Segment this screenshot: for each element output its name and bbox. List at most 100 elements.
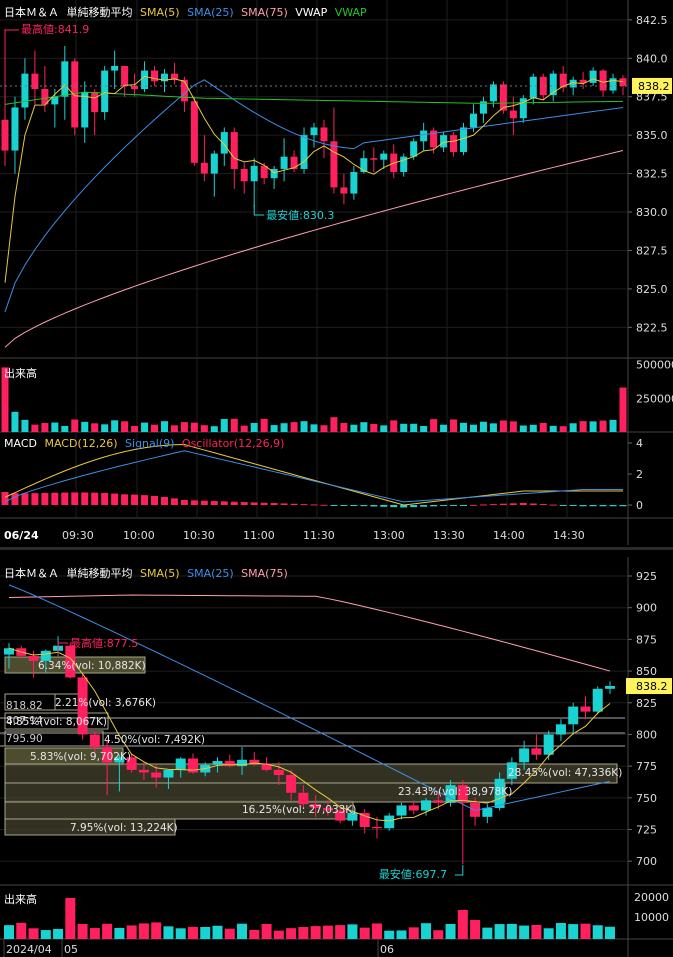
- volume-bar: [396, 930, 407, 939]
- oscillator-bar: [529, 503, 537, 505]
- price-axis-label: 750: [636, 792, 657, 805]
- volume-bar: [230, 418, 238, 432]
- volume-bar: [482, 927, 493, 939]
- candle-body: [489, 84, 497, 102]
- candle-body: [138, 769, 149, 773]
- volume-bar: [101, 424, 109, 432]
- high-marker: [4, 29, 19, 48]
- oscillator-bar: [160, 497, 168, 505]
- oscillator-bar: [180, 500, 188, 505]
- oscillator-bar: [569, 505, 577, 506]
- candle-body: [396, 805, 407, 816]
- candle-body: [1, 119, 9, 151]
- volume-bar: [224, 928, 235, 939]
- volume-bar: [340, 423, 348, 432]
- macd-params: MACD(12,26): [44, 437, 118, 450]
- volume-bar: [40, 930, 51, 939]
- macd-oscillator: Oscillator(12,26,9): [181, 437, 285, 450]
- volume-bar: [469, 424, 477, 432]
- candle-body: [224, 761, 235, 767]
- price-axis-label: 827.5: [636, 244, 668, 257]
- volume-bar: [273, 930, 284, 939]
- volume-bar: [126, 925, 137, 939]
- time-axis-label: 09:30: [62, 529, 94, 542]
- oscillator-bar: [151, 495, 159, 505]
- oscillator-bar: [420, 505, 428, 507]
- volume-bar: [16, 922, 27, 939]
- legend-sma5: SMA(5): [140, 6, 180, 19]
- oscillator-bar: [41, 492, 49, 505]
- candle-body: [410, 141, 418, 157]
- daily-low-label: 最安値:697.7: [379, 867, 447, 881]
- legend-sma75: SMA(75): [241, 567, 288, 580]
- candle-body: [370, 158, 378, 160]
- price-axis-label: 875: [636, 633, 657, 646]
- volume-bar: [31, 424, 39, 432]
- price-axis-label: 840.0: [636, 52, 668, 65]
- volume-bar: [298, 927, 309, 939]
- volume-bar: [470, 920, 481, 939]
- volume-bar: [479, 421, 487, 432]
- price-axis-label: 825.0: [636, 283, 668, 296]
- candle-body: [529, 76, 537, 99]
- candle-body: [599, 70, 607, 91]
- volume-bar: [280, 423, 288, 432]
- oscillator-bar: [61, 492, 69, 505]
- oscillator-bar: [410, 505, 418, 508]
- volume-bar: [41, 423, 49, 432]
- oscillator-bar: [579, 505, 587, 507]
- volume-bar: [51, 422, 59, 432]
- oscillator-bar: [479, 504, 487, 506]
- volume-bar: [390, 420, 398, 432]
- candle-body: [440, 135, 448, 148]
- volume-bar: [138, 923, 149, 939]
- volume-bar: [440, 424, 448, 432]
- oscillator-bar: [200, 500, 208, 505]
- candle-body: [298, 792, 309, 805]
- volume-bar: [400, 423, 408, 432]
- candle-body: [260, 165, 268, 179]
- volume-bar: [131, 425, 139, 432]
- volume-bar: [445, 923, 456, 939]
- candle-body: [408, 805, 419, 811]
- candle-body: [384, 815, 395, 829]
- candle-body: [151, 70, 159, 82]
- price-axis-label: 700: [636, 855, 657, 868]
- candle-body: [163, 769, 174, 778]
- daily-volume-title: 出来高: [4, 893, 37, 906]
- intraday-chart-panel: 09:30 10:00 10:30 11:00 11:30 13:00 13:30 14:00…: [0, 0, 673, 545]
- volume-bar: [420, 425, 428, 432]
- volume-bar: [175, 928, 186, 939]
- volume-bar: [210, 426, 218, 432]
- candle-body: [469, 113, 477, 128]
- legend-vwap-label: VWAP: [295, 6, 328, 19]
- price-axis-label: 800: [636, 728, 657, 741]
- volume-bar: [89, 928, 100, 939]
- candle-body: [210, 153, 218, 174]
- candle-body: [91, 92, 99, 113]
- volume-bar: [249, 929, 260, 939]
- candle-body: [310, 127, 318, 136]
- chart-separator: [0, 547, 673, 550]
- oscillator-bar: [111, 493, 119, 505]
- candle-body: [350, 172, 358, 194]
- oscillator-bar: [121, 494, 129, 505]
- candle-body: [433, 800, 444, 803]
- volume-profile-label: 23.43%(vol: 38,978K): [398, 786, 512, 798]
- volume-bar: [111, 420, 119, 432]
- oscillator-bar: [440, 505, 448, 506]
- date-axis-label: 2024/04: [6, 943, 52, 956]
- time-axis-label: 10:00: [123, 529, 155, 542]
- candle-body: [11, 107, 19, 151]
- candle-body: [555, 724, 566, 735]
- candle-body: [180, 79, 188, 102]
- volume-bar: [212, 925, 223, 939]
- time-axis-label: 10:30: [183, 529, 215, 542]
- current-price-text: 838.2: [636, 680, 668, 693]
- volume-bar: [160, 421, 168, 432]
- volume-profile-label: 28.45%(vol: 47,336K): [508, 767, 622, 779]
- oscillator-bar: [619, 505, 627, 507]
- price-axis-label: 725: [636, 824, 657, 837]
- candle-body: [240, 168, 248, 182]
- oscillator-bar: [21, 493, 29, 505]
